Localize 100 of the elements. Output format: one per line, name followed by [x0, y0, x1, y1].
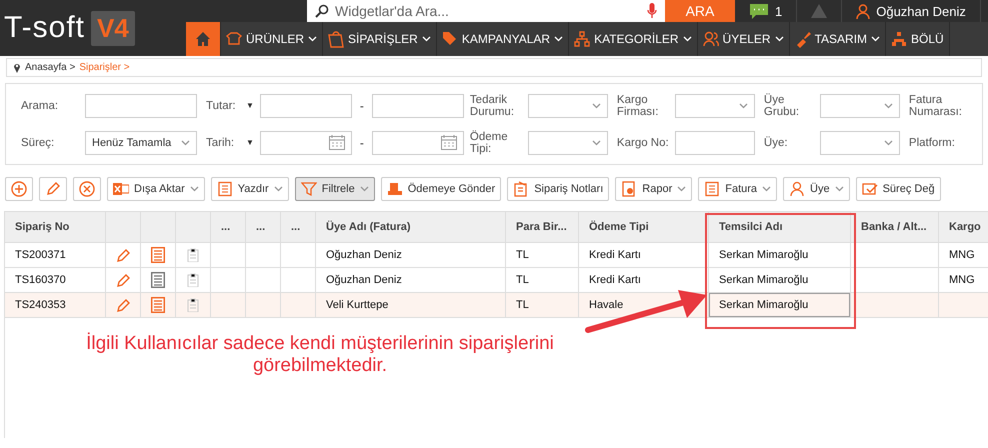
select-field[interactable]	[528, 94, 608, 118]
list-icon[interactable]	[151, 247, 165, 263]
select-field[interactable]: Henüz Tamamla	[85, 130, 197, 154]
column-header[interactable]: Kargo	[938, 212, 988, 242]
home-icon	[195, 31, 211, 47]
filter-icon	[300, 181, 317, 197]
filter-label: Tutar:	[206, 100, 237, 112]
search-input[interactable]: Widgetlar'da Ara...	[335, 3, 641, 19]
version-badge: V4	[91, 10, 135, 46]
logo: T-soft	[4, 11, 86, 45]
list-icon[interactable]	[151, 272, 165, 288]
column-header[interactable]: Temsilci Adı	[708, 212, 850, 242]
filter-label: Arama:	[21, 100, 60, 112]
select-field[interactable]	[820, 130, 900, 154]
filter-label: Üye:	[764, 136, 789, 148]
location-pin-icon	[13, 62, 21, 73]
tag-icon	[442, 30, 458, 48]
chevron-icon	[774, 36, 784, 42]
column-header[interactable]: ...	[246, 212, 280, 242]
range-dash: -	[360, 136, 364, 150]
sitemap-icon	[574, 30, 590, 48]
toolbar-button[interactable]: Rapor	[615, 177, 692, 201]
edit-button[interactable]	[39, 177, 67, 201]
column-header[interactable]: ...	[210, 212, 246, 242]
toolbar-button[interactable]: Yazdır	[210, 177, 289, 201]
range-dash: -	[360, 98, 364, 112]
checklist-icon	[862, 181, 878, 197]
toolbar-button[interactable]: Fatura	[698, 177, 778, 201]
select-field[interactable]	[528, 130, 608, 154]
pencil-icon[interactable]	[115, 272, 131, 288]
column-header[interactable]: Ödeme Tipi	[578, 212, 708, 242]
table-cell: TL	[506, 242, 578, 268]
cancel-button[interactable]	[73, 177, 101, 201]
filter-label: Üye Grubu:	[764, 94, 800, 118]
chevron-icon	[554, 36, 564, 42]
toolbar-button[interactable]: Ödemeye Gönder	[380, 177, 502, 201]
select-field[interactable]	[674, 94, 755, 118]
list-icon[interactable]	[151, 297, 165, 313]
column-header[interactable]: Üye Adı (Fatura)	[316, 212, 506, 242]
microphone-icon	[647, 3, 657, 19]
select-field[interactable]	[820, 94, 900, 118]
filter-label: Platform:	[908, 136, 956, 148]
chevron-icon	[884, 140, 893, 146]
chat-icon[interactable]	[749, 3, 769, 19]
filter-label: Kargo No:	[616, 136, 670, 148]
chevron-icon	[682, 36, 692, 42]
spreadsheet-icon	[113, 181, 129, 197]
notification-count: 1	[775, 4, 782, 18]
home-tab[interactable]	[186, 22, 221, 56]
add-icon	[11, 181, 27, 197]
user-icon	[789, 181, 806, 197]
user-name[interactable]: Oğuzhan Deniz	[876, 4, 966, 18]
toolbar-button[interactable]: Süreç Değ	[856, 177, 941, 201]
table-cell: Veli Kurttepe	[316, 292, 506, 318]
operator-dropdown[interactable]: ▼	[246, 101, 254, 110]
input-field[interactable]	[260, 94, 352, 118]
date-field[interactable]	[372, 130, 464, 154]
column-header[interactable]: Banka / Alt...	[850, 212, 938, 242]
add-button[interactable]	[5, 177, 33, 201]
annotation-text: İlgili Kullanıcılar sadece kendi müşterilerinin siparişlerini görebilmektedir.	[85, 333, 555, 377]
breadcrumb-link[interactable]: Anasayfa >	[25, 62, 76, 73]
warning-icon[interactable]	[811, 4, 828, 18]
filter-label: Süreç:	[21, 136, 56, 148]
toolbar-button[interactable]: Sipariş Notları	[507, 177, 610, 201]
clipboard-icon[interactable]	[187, 273, 199, 287]
filter-label: Tedarik Durumu:	[470, 94, 516, 118]
chevron-icon	[181, 140, 190, 146]
calendar-icon	[328, 135, 345, 150]
calendar-icon	[440, 135, 457, 150]
input-field[interactable]	[372, 94, 464, 118]
table-cell: TL	[506, 292, 578, 318]
edit-icon	[45, 181, 61, 197]
input-field[interactable]	[85, 94, 197, 118]
table-cell: Serkan Mimaroğlu	[708, 292, 850, 318]
nav-item[interactable]: ÜYELER	[698, 22, 790, 56]
column-header[interactable]: Sipariş No	[4, 212, 106, 242]
input-field[interactable]	[674, 130, 755, 154]
date-field[interactable]	[260, 130, 352, 154]
column-header[interactable]: Para Bir...	[506, 212, 578, 242]
table-cell: TS200371	[4, 242, 106, 268]
user-icon[interactable]	[856, 4, 870, 18]
filter-label: Tarih:	[206, 136, 236, 148]
column-header[interactable]: ...	[280, 212, 316, 242]
table-cell: Oğuzhan Deniz	[316, 242, 506, 268]
document-icon	[704, 181, 720, 197]
chevron-icon	[308, 36, 318, 42]
filter-label: Ödeme Tipi:	[470, 130, 509, 154]
toolbar-button[interactable]: Üye	[783, 177, 850, 201]
table-cell: Serkan Mimaroğlu	[708, 242, 850, 268]
filter-label: Fatura Numarası:	[908, 94, 963, 118]
report-icon	[621, 181, 638, 197]
toolbar-button[interactable]: Dışa Aktar	[107, 177, 205, 201]
clipboard-icon[interactable]	[187, 298, 199, 312]
operator-dropdown[interactable]: ▼	[246, 138, 254, 147]
toolbar-button[interactable]: Filtrele	[294, 177, 375, 201]
search-field[interactable]: Widgetlar'da Ara...	[307, 0, 665, 22]
pencil-icon[interactable]	[115, 297, 131, 313]
table-cell: Kredi Kartı	[578, 242, 708, 268]
clipboard-icon[interactable]	[187, 248, 199, 262]
pencil-icon[interactable]	[115, 247, 131, 263]
